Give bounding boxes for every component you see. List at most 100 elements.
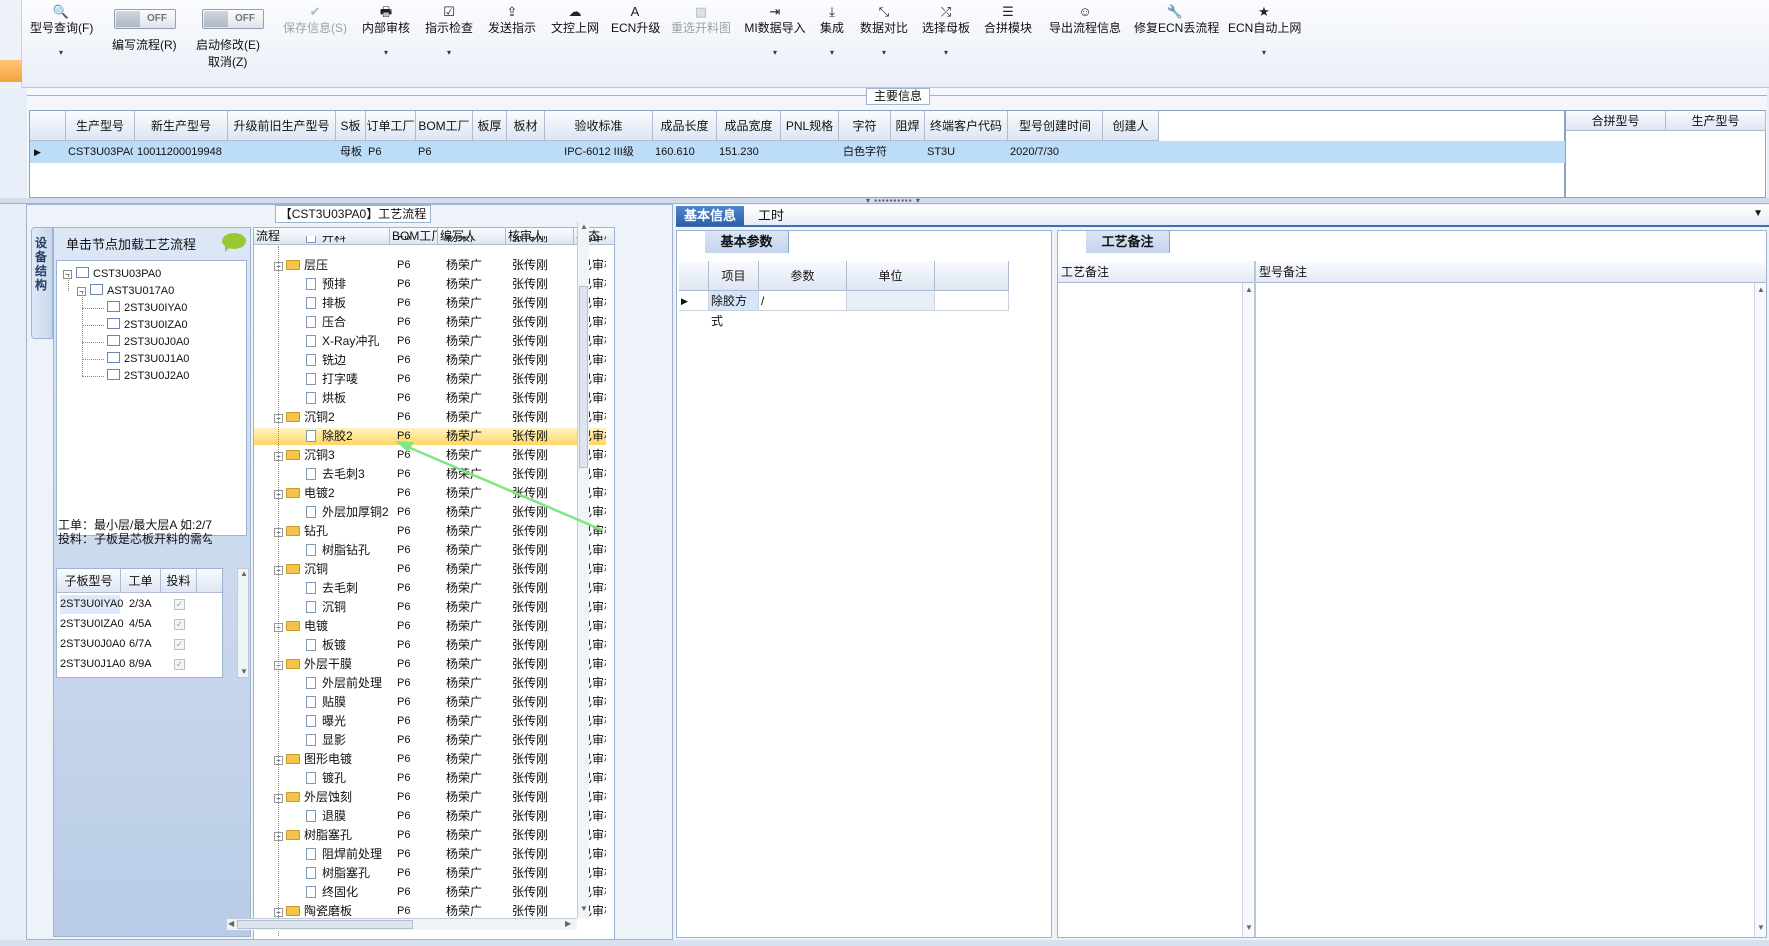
- export-process-info-button[interactable]: ☺ 导出流程信息: [1047, 4, 1123, 36]
- process-step-row[interactable]: 开料P6杨荣广张传刚已审核: [254, 236, 606, 246]
- sub-board-model-cell[interactable]: 2ST3U0J1A0: [60, 655, 125, 674]
- save-info-button[interactable]: ✔ 保存信息(S): [280, 4, 350, 36]
- column-header[interactable]: 子板型号: [57, 569, 121, 593]
- param-item-cell[interactable]: 除胶方式: [709, 291, 759, 328]
- column-header[interactable]: 创建人: [1103, 111, 1159, 141]
- process-step-row[interactable]: 终固化P6杨荣广张传刚已审核: [254, 884, 606, 901]
- column-header[interactable]: PNL规格: [781, 111, 839, 141]
- param-value-cell[interactable]: /: [759, 291, 847, 311]
- tree-node[interactable]: − CST3U03PA0: [63, 265, 161, 283]
- process-step-row[interactable]: 压合P6杨荣广张传刚已审核: [254, 314, 606, 331]
- table-cell[interactable]: [509, 141, 543, 163]
- column-header[interactable]: 型号创建时间: [1008, 111, 1103, 141]
- tree-node[interactable]: 2ST3U0IYA0: [107, 299, 187, 317]
- cancel-button[interactable]: 取消(Z): [208, 53, 247, 70]
- tab-work-hours[interactable]: 工时: [750, 206, 792, 226]
- table-cell[interactable]: 白色字符: [841, 141, 889, 163]
- column-header[interactable]: 阻焊: [891, 111, 925, 141]
- process-step-row[interactable]: 退膜P6杨荣广张传刚已审核: [254, 808, 606, 825]
- work-order-cell[interactable]: 8/9A: [129, 655, 152, 674]
- merge-model-grid[interactable]: 合拼型号 生产型号: [1565, 110, 1766, 198]
- table-cell[interactable]: 160.610: [655, 141, 715, 163]
- process-group-row[interactable]: −电镀2P6杨荣广张传刚已审核: [254, 485, 606, 502]
- process-group-row[interactable]: −外层干膜P6杨荣广张传刚已审核: [254, 656, 606, 673]
- write-process-toggle[interactable]: OFF: [114, 9, 176, 29]
- process-step-row[interactable]: 贴膜P6杨荣广张传刚已审核: [254, 694, 606, 711]
- process-step-row[interactable]: 外层加厚铜2P6杨荣广张传刚已审核: [254, 504, 606, 521]
- table-cell[interactable]: [893, 141, 923, 163]
- fix-ecn-lost-process-button[interactable]: 🔧 修复ECN丢流程: [1134, 4, 1219, 36]
- data-compare-button[interactable]: ⤡ 数据对比 ▾: [858, 4, 910, 57]
- tree-node[interactable]: 2ST3U0J1A0: [107, 350, 189, 368]
- process-step-row[interactable]: 阻焊前处理P6杨荣广张传刚已审核: [254, 846, 606, 863]
- column-header[interactable]: 成品宽度: [717, 111, 781, 141]
- process-step-row[interactable]: 打字唛P6杨荣广张传刚已审核: [254, 371, 606, 388]
- column-header[interactable]: S板: [336, 111, 366, 141]
- work-order-cell[interactable]: 4/5A: [129, 615, 152, 634]
- process-step-row[interactable]: X-Ray冲孔P6杨荣广张传刚已审核: [254, 333, 606, 350]
- basic-params-grid[interactable]: 项目 参数 单位 ▶ 除胶方式 /: [679, 261, 1049, 328]
- model-note-scrollbar[interactable]: ▲ ▼: [1754, 283, 1766, 937]
- process-step-row[interactable]: 树脂钻孔P6杨荣广张传刚已审核: [254, 542, 606, 559]
- process-step-row[interactable]: 外层前处理P6杨荣广张传刚已审核: [254, 675, 606, 692]
- process-note-scrollbar[interactable]: ▲ ▼: [1242, 283, 1254, 937]
- chevron-down-icon[interactable]: ▾: [814, 48, 850, 57]
- ecn-auto-online-button[interactable]: ★ ECN自动上网 ▾: [1228, 4, 1301, 57]
- feed-checkbox[interactable]: ✓: [174, 639, 185, 650]
- process-group-row[interactable]: −电镀P6杨荣广张传刚已审核: [254, 618, 606, 635]
- process-step-row[interactable]: 沉铜P6杨荣广张传刚已审核: [254, 599, 606, 616]
- column-header[interactable]: 字符: [839, 111, 891, 141]
- column-header[interactable]: 升级前旧生产型号: [228, 111, 336, 141]
- process-step-row[interactable]: 铣边P6杨荣广张传刚已审核: [254, 352, 606, 369]
- internal-review-button[interactable]: 🖶 内部审核 ▾: [360, 4, 412, 57]
- sub-board-model-cell[interactable]: 2ST3U0IYA0: [60, 595, 123, 614]
- select-motherboard-button[interactable]: ⤮ 选择母板 ▾: [920, 4, 972, 57]
- model-note-textarea[interactable]: [1256, 283, 1754, 937]
- process-step-row[interactable]: 预排P6杨荣广张传刚已审核: [254, 276, 606, 293]
- mi-data-import-button[interactable]: ⇥ MI数据导入 ▾: [743, 4, 807, 57]
- column-header[interactable]: 生产型号: [66, 111, 135, 141]
- table-cell[interactable]: ST3U: [927, 141, 1006, 163]
- column-header[interactable]: 验收标准: [545, 111, 653, 141]
- table-cell[interactable]: 10011200019948: [137, 141, 226, 163]
- process-step-row[interactable]: 板镀P6杨荣广张传刚已审核: [254, 637, 606, 654]
- work-order-cell[interactable]: 6/7A: [129, 635, 152, 654]
- chevron-down-icon[interactable]: ▾: [858, 48, 910, 57]
- table-cell[interactable]: [783, 141, 837, 163]
- column-header[interactable]: 订单工厂: [366, 111, 416, 141]
- process-step-row[interactable]: 去毛刺P6杨荣广张传刚已审核: [254, 580, 606, 597]
- chevron-down-icon[interactable]: ▾: [920, 48, 972, 57]
- table-cell[interactable]: [1105, 141, 1157, 163]
- process-step-row[interactable]: 曝光P6杨荣广张传刚已审核: [254, 713, 606, 730]
- main-info-grid[interactable]: 生产型号 新生产型号 升级前旧生产型号 S板 订单工厂 BOM工厂 板厚 板材 验收标准 成品长度…: [29, 110, 1566, 198]
- tab-device-structure[interactable]: 设备结构: [31, 227, 53, 339]
- column-header[interactable]: 终端客户代码: [925, 111, 1008, 141]
- process-step-row[interactable]: 排板P6杨荣广张传刚已审核: [254, 295, 606, 312]
- integrate-button[interactable]: ⤓ 集成 ▾: [814, 4, 850, 57]
- process-group-row[interactable]: −沉铜2P6杨荣广张传刚已审核: [254, 409, 606, 426]
- sub-board-model-cell[interactable]: 2ST3U0J0A0: [60, 635, 125, 654]
- chevron-down-icon[interactable]: ▼: [1753, 208, 1763, 219]
- instruction-check-button[interactable]: ☑ 指示检查 ▾: [423, 4, 475, 57]
- table-cell[interactable]: P6: [418, 141, 471, 163]
- process-group-row[interactable]: −图形电镀P6杨荣广张传刚已审核: [254, 751, 606, 768]
- reselect-cutting-image-button[interactable]: ▨ 重选开料图: [670, 4, 732, 36]
- process-note-textarea[interactable]: [1058, 283, 1242, 937]
- column-header[interactable]: 板厚: [473, 111, 507, 141]
- process-group-row[interactable]: −树脂塞孔P6杨荣广张传刚已审核: [254, 827, 606, 844]
- process-group-row[interactable]: −钻孔P6杨荣广张传刚已审核: [254, 523, 606, 540]
- doc-control-online-button[interactable]: ☁ 文控上网: [549, 4, 601, 36]
- process-group-row[interactable]: −沉铜P6杨荣广张传刚已审核: [254, 561, 606, 578]
- column-header[interactable]: [197, 569, 222, 593]
- chevron-down-icon[interactable]: ▾: [30, 48, 92, 57]
- process-group-row[interactable]: −沉铜3P6杨荣广张传刚已审核: [254, 447, 606, 464]
- sub-board-model-cell[interactable]: 2ST3U0IZA0: [60, 615, 124, 634]
- merge-module-button[interactable]: ☰ 合拼模块: [982, 4, 1034, 36]
- scroll-thumb[interactable]: [579, 286, 588, 468]
- ecn-upgrade-button[interactable]: A ECN升级: [611, 4, 660, 36]
- column-header[interactable]: 新生产型号: [135, 111, 228, 141]
- chevron-down-icon[interactable]: ▾: [360, 48, 412, 57]
- feed-checkbox[interactable]: ✓: [174, 619, 185, 630]
- feed-checkbox[interactable]: ✓: [174, 659, 185, 670]
- table-cell[interactable]: IPC-6012 III级: [547, 141, 651, 163]
